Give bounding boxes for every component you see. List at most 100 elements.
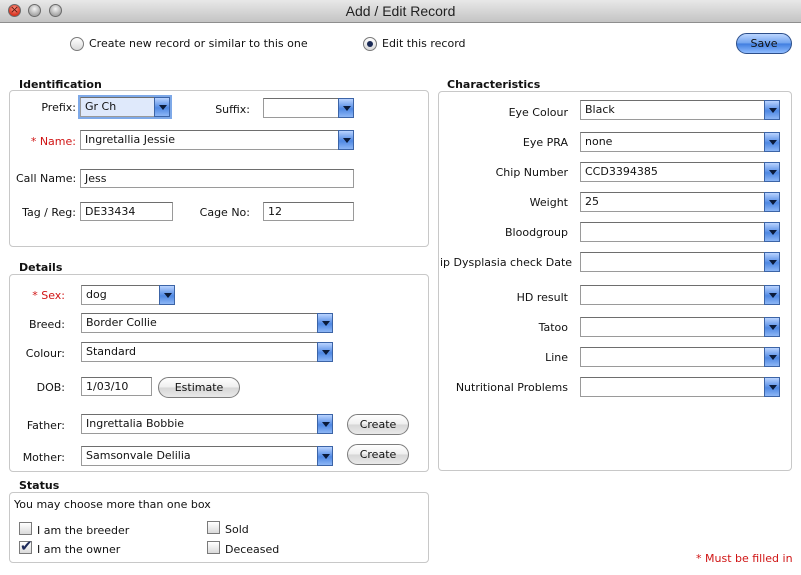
edit-record-label: Edit this record [382,37,466,50]
chevron-down-icon[interactable] [338,130,354,150]
create-new-label: Create new record or similar to this one [89,37,308,50]
char-label-weight: Weight [529,196,568,209]
title-bar: × Add / Edit Record [0,0,801,23]
char-combo-hd-result[interactable] [580,285,780,305]
char-combo-nutritional-problems[interactable] [580,377,780,397]
char-label-bloodgroup: Bloodgroup [505,226,568,239]
status-hint: You may choose more than one box [14,498,211,511]
prefix-combo[interactable]: Gr Ch [78,95,172,119]
char-label-line: Line [545,351,568,364]
char-combo-hip-dysplasia-date[interactable] [580,252,780,272]
chevron-down-icon[interactable] [764,285,780,305]
char-label-tatoo: Tatoo [538,321,568,334]
required-marker: * [30,135,40,148]
colour-label: Colour: [25,347,65,360]
char-value-chip-number: CCD3394385 [585,165,658,178]
chevron-down-icon[interactable] [338,98,354,118]
sold-checkbox[interactable] [207,521,220,534]
father-combo[interactable]: Ingrettalia Bobbie [81,414,333,434]
mother-value: Samsonvale Delilia [86,449,191,462]
window-title: Add / Edit Record [345,3,456,19]
char-combo-eye-pra[interactable]: none [580,132,780,152]
char-label-hd-result: HD result [516,291,568,304]
tag-label: Tag / Reg: [22,206,76,219]
chevron-down-icon[interactable] [764,100,780,120]
chevron-down-icon[interactable] [154,97,170,117]
create-new-radio[interactable] [70,37,84,51]
owner-checkbox[interactable]: ✔ [19,537,33,555]
owner-label: I am the owner [37,543,121,556]
required-marker: * [32,289,42,302]
mother-label: Mother: [22,451,65,464]
chevron-down-icon[interactable] [764,222,780,242]
chevron-down-icon[interactable] [764,377,780,397]
name-value: Ingretallia Jessie [85,133,176,146]
suffix-combo[interactable] [263,98,354,118]
sex-label: * Sex: [32,289,65,302]
char-value-weight: 25 [585,195,599,208]
char-combo-eye-colour[interactable]: Black [580,100,780,120]
colour-combo[interactable]: Standard [81,342,333,362]
char-combo-bloodgroup[interactable] [580,222,780,242]
chevron-down-icon[interactable] [317,414,333,434]
breed-combo[interactable]: Border Collie [81,313,333,333]
dob-input[interactable]: 1/03/10 [81,377,152,396]
checkmark-icon: ✔ [20,537,33,555]
details-group [9,274,429,472]
chevron-down-icon[interactable] [764,162,780,182]
char-value-eye-colour: Black [585,103,615,116]
breed-label: Breed: [28,318,65,331]
chevron-down-icon[interactable] [764,347,780,367]
chevron-down-icon[interactable] [764,252,780,272]
chevron-down-icon[interactable] [317,342,333,362]
char-combo-tatoo[interactable] [580,317,780,337]
estimate-button[interactable]: Estimate [158,377,240,398]
char-label-eye-colour: Eye Colour [508,106,568,119]
father-value: Ingrettalia Bobbie [86,417,185,430]
mother-combo[interactable]: Samsonvale Delilia [81,446,333,466]
create-father-button[interactable]: Create [347,414,409,435]
chevron-down-icon[interactable] [317,313,333,333]
char-combo-line[interactable] [580,347,780,367]
cage-input[interactable]: 12 [263,202,354,221]
cage-label: Cage No: [199,206,250,219]
chevron-down-icon[interactable] [764,317,780,337]
required-note: * Must be filled in [696,552,793,565]
create-mother-button[interactable]: Create [347,444,409,465]
sex-combo[interactable]: dog [81,285,175,305]
name-label: * Name: [30,135,76,148]
breeder-label: I am the breeder [37,524,130,537]
characteristics-title: Characteristics [447,78,541,91]
deceased-label: Deceased [225,543,280,556]
breed-value: Border Collie [86,316,157,329]
char-label-chip-number: Chip Number [495,166,568,179]
char-value-eye-pra: none [585,135,613,148]
deceased-checkbox[interactable] [207,541,220,554]
callname-input[interactable]: Jess [80,169,354,188]
chevron-down-icon[interactable] [159,285,175,305]
char-label-hip-dysplasia-date: ip Dysplasia check Date [440,256,573,269]
callname-label: Call Name: [16,172,77,185]
status-title: Status [19,479,60,492]
char-label-eye-pra: Eye PRA [522,136,568,149]
sex-value: dog [86,288,107,301]
chevron-down-icon[interactable] [764,132,780,152]
prefix-label: Prefix: [41,101,76,114]
sold-label: Sold [225,523,249,536]
suffix-label: Suffix: [215,103,250,116]
save-button[interactable]: Save [736,33,792,54]
edit-record-radio[interactable] [363,37,377,51]
char-label-nutritional-problems: Nutritional Problems [455,381,568,394]
char-combo-weight[interactable]: 25 [580,192,780,212]
tag-input[interactable]: DE33434 [80,202,173,221]
details-title: Details [19,261,63,274]
chevron-down-icon[interactable] [317,446,333,466]
char-combo-chip-number[interactable]: CCD3394385 [580,162,780,182]
breeder-checkbox[interactable] [19,522,32,535]
father-label: Father: [26,419,65,432]
prefix-value: Gr Ch [85,100,117,113]
dob-label: DOB: [36,381,65,394]
chevron-down-icon[interactable] [764,192,780,212]
name-combo[interactable]: Ingretallia Jessie [80,130,354,150]
colour-value: Standard [86,345,137,358]
